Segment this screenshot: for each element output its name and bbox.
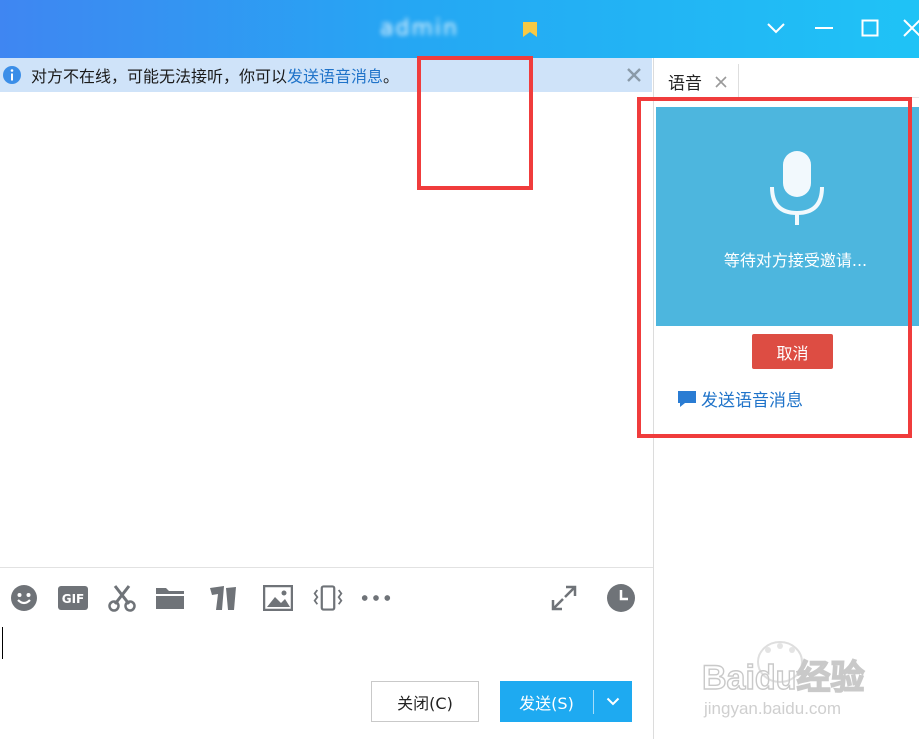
image-icon [263,585,293,611]
maximize-icon [861,19,879,37]
shake-icon [313,585,343,611]
minimize-button[interactable] [810,14,838,42]
notice-text: 对方不在线，可能无法接听，你可以发送语音消息。 [31,67,400,86]
gif-icon: GIF [58,586,88,610]
screenshot-button[interactable] [106,582,138,614]
minimize-icon [815,27,833,29]
expand-input-button[interactable] [548,582,580,614]
send-hongbao-button[interactable] [207,582,239,614]
close-icon [903,19,919,37]
contact-name: admin [380,16,459,41]
annotation-box-call-icon [417,56,533,190]
input-divider [0,567,653,568]
chevron-down-icon [606,697,620,706]
more-tools-button[interactable] [360,582,392,614]
close-button-label: 关闭(C) [397,693,453,713]
scissors-icon [108,585,136,612]
more-icon [361,595,391,601]
tab-close-icon[interactable] [714,75,728,89]
baidu-jingyan-watermark: Baidu经验 jingyan.baidu.com [701,641,865,718]
tab-voice-label: 语音 [668,73,702,94]
dropdown-menu-button[interactable] [762,14,790,42]
info-icon [3,66,21,84]
bookmark-badge-icon[interactable] [520,20,540,40]
send-options-button[interactable] [594,697,632,706]
tab-voice[interactable]: 语音 [656,64,739,98]
offline-notice: 对方不在线，可能无法接听，你可以发送语音消息。 [0,58,652,92]
svg-text:GIF: GIF [62,592,85,606]
send-image-button[interactable] [262,582,294,614]
chat-window: admin 对方不在线，可能无法接听，你可以发送语音消息。 GIF 关闭(C) … [0,0,919,739]
message-history-button[interactable] [605,582,637,614]
send-file-button[interactable] [154,582,186,614]
title-bar: admin [0,0,919,58]
screen-share-icon [210,586,236,610]
folder-icon [156,588,184,609]
maximize-button[interactable] [856,14,884,42]
window-shake-button[interactable] [312,582,344,614]
send-button[interactable]: 发送(S) [500,681,632,722]
emoji-icon [11,585,37,611]
emoji-button[interactable] [8,582,40,614]
expand-icon [551,585,577,611]
clock-icon [607,584,635,612]
annotation-box-voice-panel [637,97,912,438]
send-button-label: 发送(S) [519,693,574,713]
watermark-url: jingyan.baidu.com [703,699,841,718]
chevron-down-icon [767,23,785,34]
gif-button[interactable]: GIF [57,582,89,614]
close-button[interactable]: 关闭(C) [371,681,479,722]
notice-close-icon[interactable] [624,65,644,85]
watermark-brand: Baidu经验 [702,658,864,697]
close-window-button[interactable] [898,14,919,42]
send-voice-message-link[interactable]: 发送语音消息 [287,67,383,86]
text-input-caret[interactable] [2,627,3,659]
message-area[interactable] [0,92,652,566]
